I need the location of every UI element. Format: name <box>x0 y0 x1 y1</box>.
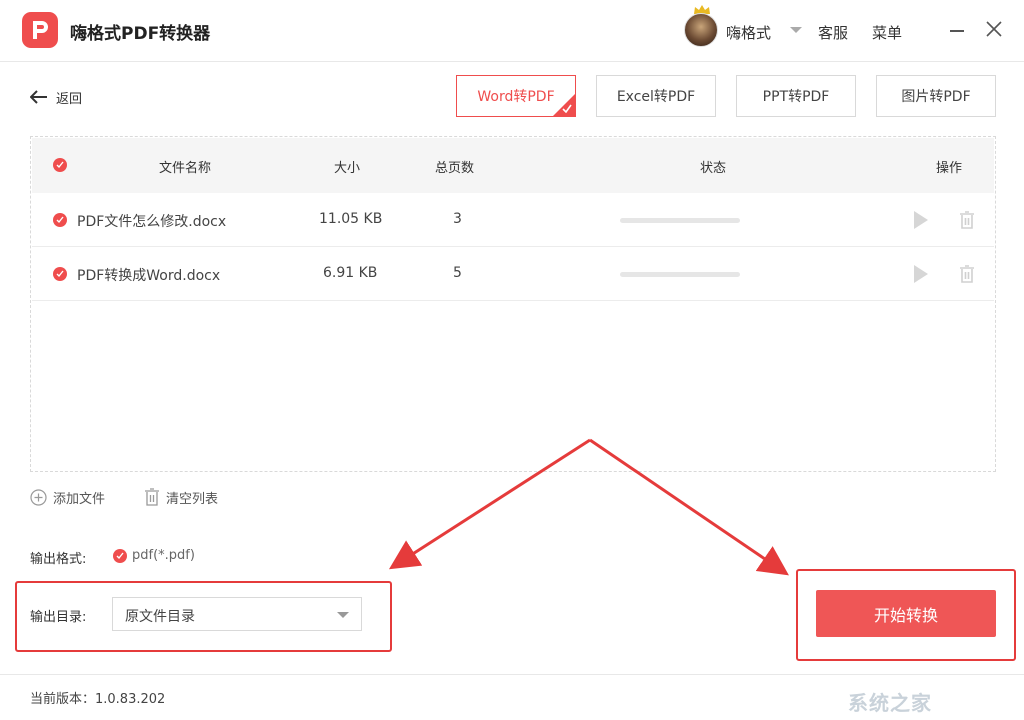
tab-excel-to-pdf[interactable]: Excel转PDF <box>596 75 716 117</box>
table-header: 文件名称 大小 总页数 状态 操作 <box>32 138 994 193</box>
output-format-label: 输出格式: <box>30 548 86 567</box>
output-dir-label: 输出目录: <box>30 606 86 625</box>
column-size: 大小 <box>334 157 360 176</box>
username[interactable]: 嗨格式 <box>726 22 771 43</box>
output-dir-value: 原文件目录 <box>125 606 195 626</box>
trash-icon[interactable] <box>959 265 975 283</box>
tab-label: Excel转PDF <box>617 86 695 106</box>
output-format-value[interactable]: pdf(*.pdf) <box>132 548 195 563</box>
file-name: PDF文件怎么修改.docx <box>77 211 226 231</box>
version-text: 当前版本：1.0.83.202 <box>30 688 165 707</box>
column-pages: 总页数 <box>435 157 474 176</box>
file-pages: 3 <box>453 211 462 227</box>
back-button[interactable]: 返回 <box>30 87 82 107</box>
check-icon <box>116 552 124 560</box>
clear-list-button[interactable]: 清空列表 <box>144 488 218 506</box>
progress-bar <box>620 218 740 223</box>
avatar[interactable] <box>684 13 718 47</box>
column-name: 文件名称 <box>159 157 211 176</box>
add-circle-icon <box>30 489 47 506</box>
file-list: 文件名称 大小 总页数 状态 操作 PDF文件怎么修改.docx 11.05 K… <box>30 136 996 472</box>
row-checkbox[interactable] <box>53 213 67 227</box>
tab-label: 图片转PDF <box>901 86 970 106</box>
file-name: PDF转换成Word.docx <box>77 265 220 285</box>
arrow-left-icon <box>30 90 48 104</box>
app-title: 嗨格式PDF转换器 <box>70 19 210 44</box>
check-icon <box>56 161 64 169</box>
add-file-label: 添加文件 <box>53 488 105 507</box>
format-selected-icon[interactable] <box>113 549 127 563</box>
title-bar: 嗨格式PDF转换器 嗨格式 客服 菜单 <box>0 0 1024 62</box>
tab-ppt-to-pdf[interactable]: PPT转PDF <box>736 75 856 117</box>
add-file-button[interactable]: 添加文件 <box>30 488 105 506</box>
row-checkbox[interactable] <box>53 267 67 281</box>
clear-list-label: 清空列表 <box>166 488 218 507</box>
back-label: 返回 <box>56 88 82 107</box>
tab-label: PPT转PDF <box>763 86 830 106</box>
tab-word-to-pdf[interactable]: Word转PDF <box>456 75 576 117</box>
table-row: PDF文件怎么修改.docx 11.05 KB 3 <box>32 193 994 247</box>
file-size: 11.05 KB <box>319 211 382 227</box>
column-actions: 操作 <box>936 157 962 176</box>
tab-label: Word转PDF <box>477 86 554 106</box>
watermark: 系统之家 <box>848 687 932 716</box>
play-icon[interactable] <box>914 265 928 283</box>
start-convert-button[interactable]: 开始转换 <box>816 590 996 637</box>
chevron-down-icon <box>337 612 349 618</box>
app-logo-icon <box>22 12 58 48</box>
progress-bar <box>620 272 740 277</box>
table-row: PDF转换成Word.docx 6.91 KB 5 <box>32 247 994 301</box>
check-icon <box>56 270 64 278</box>
output-dir-select[interactable]: 原文件目录 <box>112 597 362 631</box>
trash-icon[interactable] <box>959 211 975 229</box>
check-icon <box>562 104 572 113</box>
file-pages: 5 <box>453 265 462 281</box>
customer-service-link[interactable]: 客服 <box>818 22 848 43</box>
tab-image-to-pdf[interactable]: 图片转PDF <box>876 75 996 117</box>
close-icon[interactable] <box>984 19 1004 39</box>
trash-icon <box>144 488 160 506</box>
file-size: 6.91 KB <box>323 265 377 281</box>
check-icon <box>56 216 64 224</box>
select-all-checkbox[interactable] <box>53 158 67 172</box>
play-icon[interactable] <box>914 211 928 229</box>
minimize-icon[interactable] <box>950 30 964 32</box>
chevron-down-icon[interactable] <box>790 27 802 33</box>
menu-link[interactable]: 菜单 <box>872 22 902 43</box>
column-status: 状态 <box>700 157 726 176</box>
status-bar: 当前版本：1.0.83.202 系统之家 <box>0 674 1024 720</box>
